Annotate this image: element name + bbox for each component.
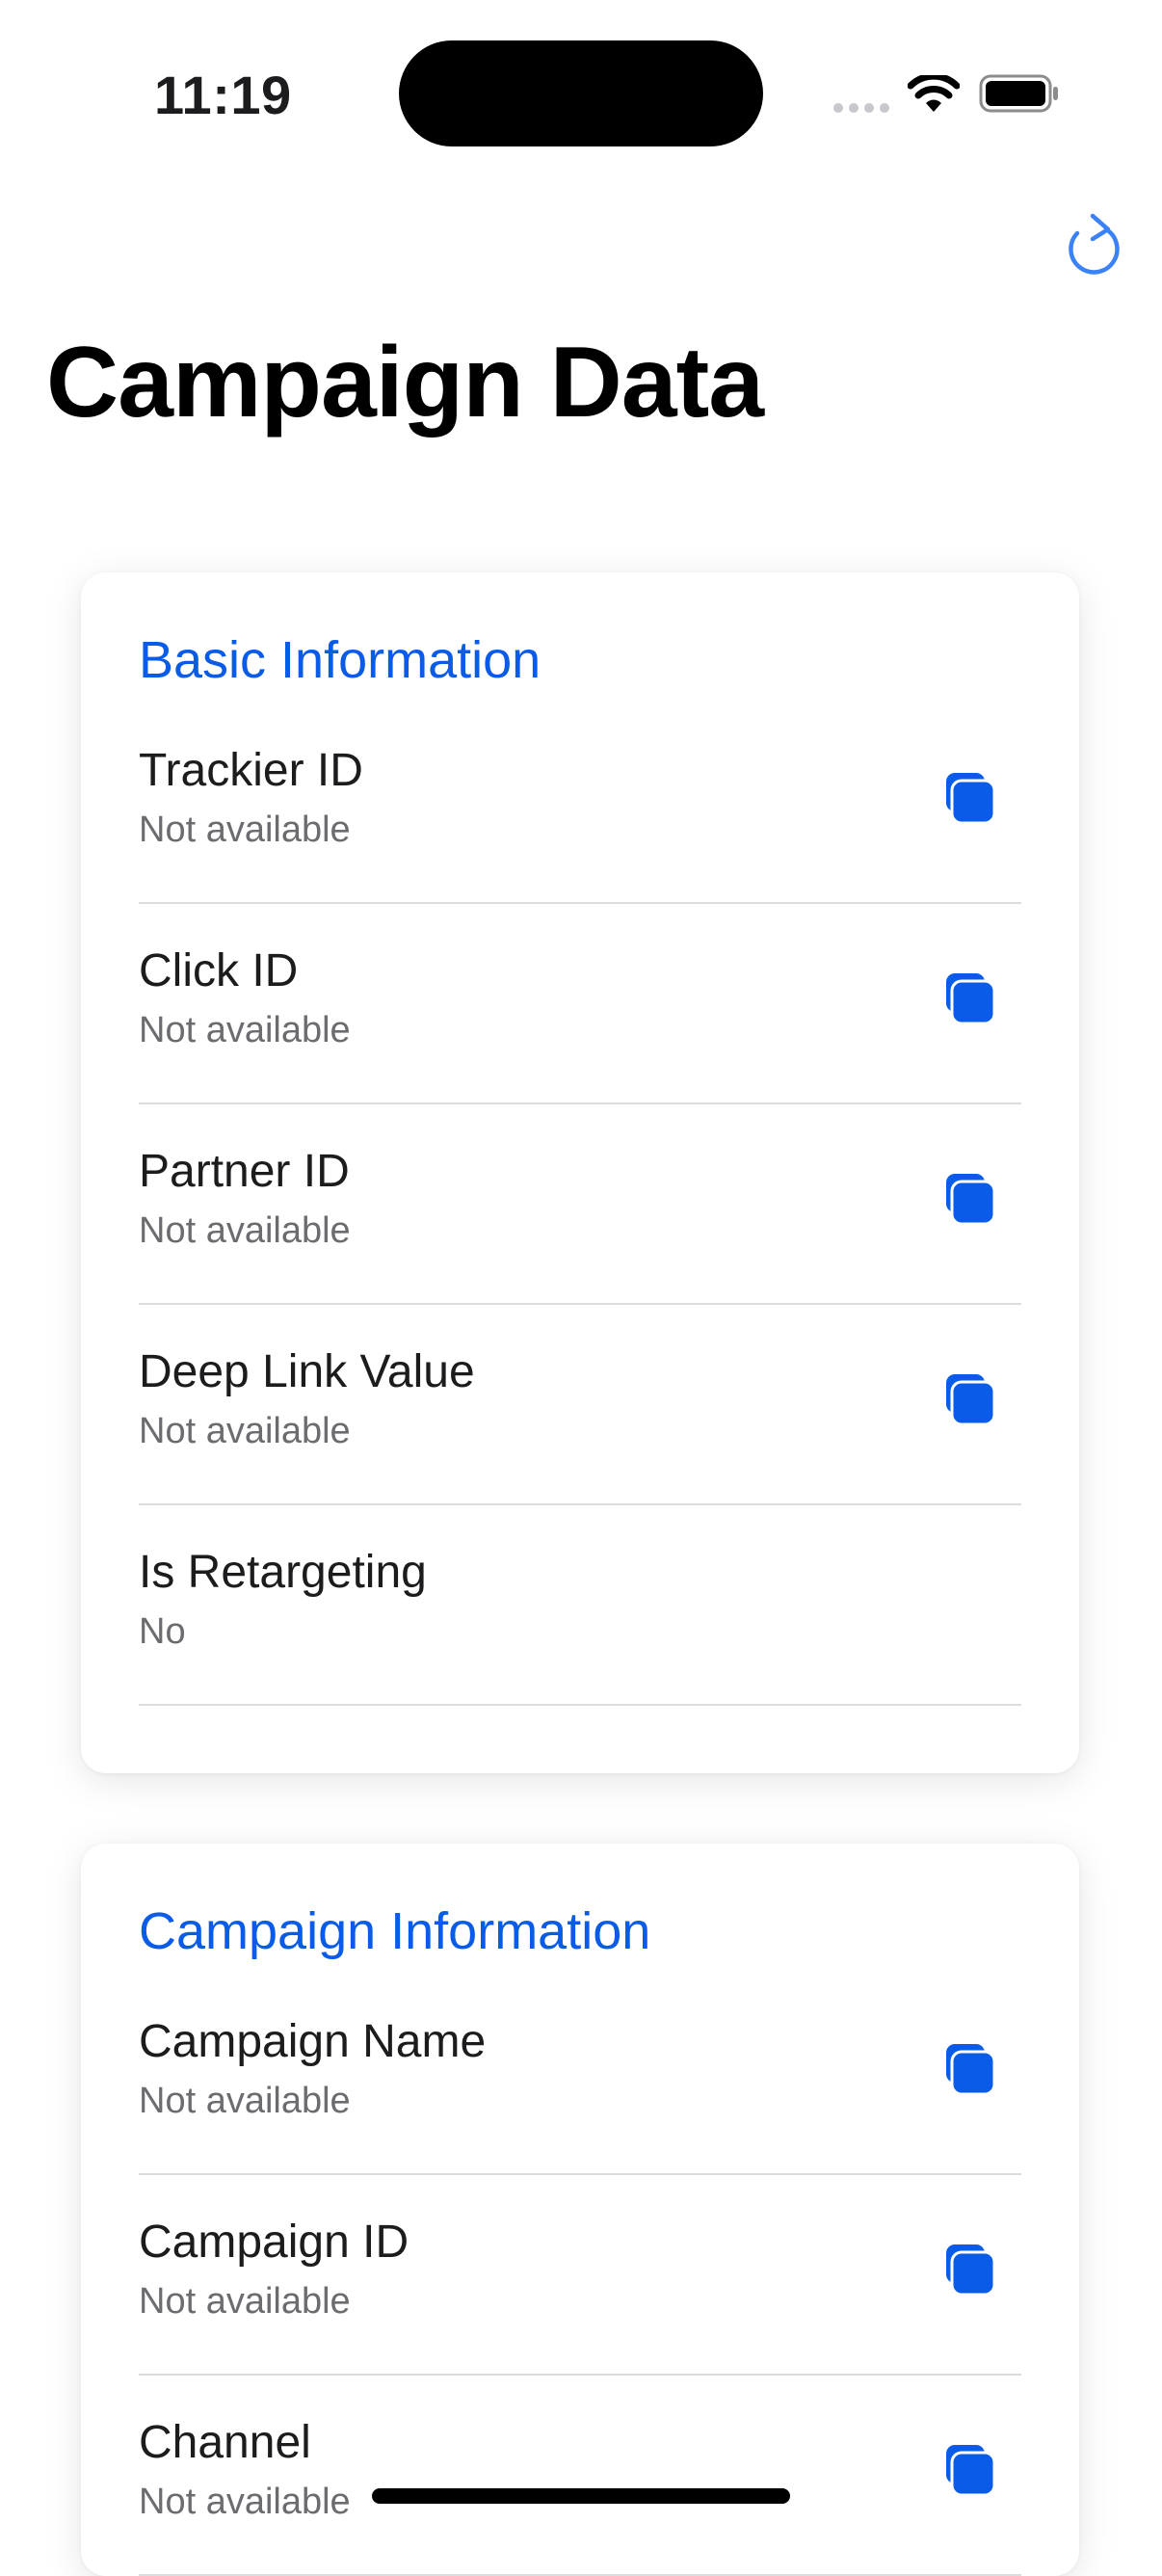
- copy-button[interactable]: [940, 769, 998, 827]
- copy-icon: [946, 2445, 996, 2497]
- status-bar: 11:19: [0, 0, 1162, 183]
- field-value: Not available: [139, 2482, 351, 2522]
- copy-icon: [946, 773, 996, 825]
- copy-button[interactable]: [940, 2241, 998, 2298]
- field-row-trackier-id: Trackier ID Not available: [139, 704, 1021, 904]
- dynamic-island: [399, 40, 763, 146]
- field-label: Partner ID: [139, 1146, 350, 1197]
- home-indicator[interactable]: [372, 2488, 790, 2504]
- field-value: No: [139, 1611, 186, 1652]
- copy-button[interactable]: [940, 2441, 998, 2499]
- refresh-button[interactable]: [1064, 210, 1125, 278]
- basic-information-card: Basic Information Trackier ID Not availa…: [81, 572, 1079, 1773]
- field-value: Not available: [139, 810, 351, 850]
- field-row-channel: Channel Not available: [139, 2376, 1021, 2576]
- field-value: Not available: [139, 2081, 351, 2121]
- wifi-icon: [908, 75, 960, 112]
- copy-icon: [946, 1374, 996, 1426]
- copy-icon: [946, 1174, 996, 1226]
- page-title: Campaign Data: [46, 327, 764, 438]
- field-value: Not available: [139, 2281, 351, 2322]
- refresh-icon: [1069, 213, 1120, 275]
- field-label: Channel: [139, 2417, 311, 2468]
- copy-icon: [946, 973, 996, 1025]
- field-value: Not available: [139, 1411, 351, 1451]
- field-label: Click ID: [139, 945, 299, 996]
- status-time: 11:19: [154, 65, 292, 125]
- field-row-partner-id: Partner ID Not available: [139, 1104, 1021, 1305]
- field-row-is-retargeting: Is Retargeting No: [139, 1505, 1021, 1706]
- field-label: Deep Link Value: [139, 1346, 475, 1397]
- field-value: Not available: [139, 1010, 351, 1050]
- field-label: Campaign ID: [139, 2217, 409, 2268]
- copy-icon: [946, 2044, 996, 2096]
- field-row-click-id: Click ID Not available: [139, 904, 1021, 1104]
- section-title: Basic Information: [139, 631, 541, 689]
- field-value: Not available: [139, 1210, 351, 1251]
- field-row-deep-link-value: Deep Link Value Not available: [139, 1305, 1021, 1505]
- copy-button[interactable]: [940, 969, 998, 1027]
- field-label: Trackier ID: [139, 745, 363, 796]
- cellular-signal-icon: [833, 103, 889, 113]
- field-label: Is Retargeting: [139, 1547, 427, 1598]
- campaign-information-card: Campaign Information Campaign Name Not a…: [81, 1844, 1079, 2576]
- battery-icon: [979, 74, 1058, 113]
- copy-button[interactable]: [940, 2040, 998, 2098]
- section-title: Campaign Information: [139, 1902, 651, 1960]
- copy-icon: [946, 2244, 996, 2297]
- copy-button[interactable]: [940, 1170, 998, 1228]
- copy-button[interactable]: [940, 1370, 998, 1428]
- field-row-campaign-id: Campaign ID Not available: [139, 2175, 1021, 2376]
- field-row-campaign-name: Campaign Name Not available: [139, 1975, 1021, 2175]
- field-label: Campaign Name: [139, 2016, 487, 2067]
